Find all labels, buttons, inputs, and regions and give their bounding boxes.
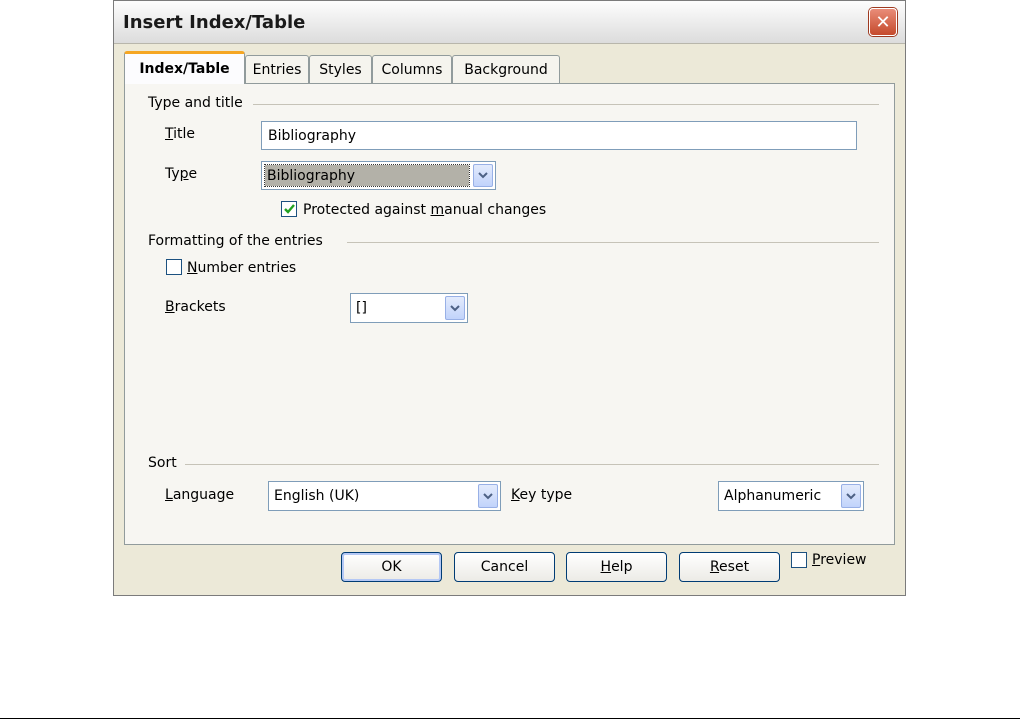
tab-label: Styles bbox=[319, 61, 362, 78]
preview-label: Preview bbox=[812, 552, 867, 568]
protected-label: Protected against manual changes bbox=[303, 202, 547, 218]
number-entries-checkbox[interactable] bbox=[166, 259, 182, 275]
tab-label: Columns bbox=[381, 61, 443, 78]
tab-label: Entries bbox=[252, 61, 302, 78]
group-divider bbox=[347, 242, 879, 243]
tab-entries[interactable]: Entries bbox=[245, 55, 309, 83]
checkmark-icon bbox=[283, 204, 295, 214]
protected-checkbox[interactable] bbox=[281, 201, 297, 217]
tab-index-table[interactable]: Index/Table bbox=[124, 51, 245, 84]
reset-button[interactable]: Reset bbox=[679, 552, 780, 582]
chevron-down-icon[interactable] bbox=[473, 164, 493, 187]
key-type-select-value: Alphanumeric bbox=[724, 488, 822, 504]
help-button[interactable]: Help bbox=[566, 552, 667, 582]
title-input-value: Bibliography bbox=[268, 127, 356, 144]
page-divider bbox=[0, 718, 1020, 719]
index-table-panel: Type and title Title Bibliography Type B… bbox=[124, 83, 895, 545]
close-button[interactable]: ✕ bbox=[869, 8, 897, 36]
chevron-down-icon[interactable] bbox=[445, 296, 465, 320]
brackets-select[interactable]: [] bbox=[350, 293, 468, 323]
language-label: Language bbox=[165, 487, 235, 503]
cancel-button[interactable]: Cancel bbox=[454, 552, 555, 582]
brackets-label: Brackets bbox=[165, 299, 226, 315]
cancel-button-label: Cancel bbox=[480, 559, 529, 575]
reset-button-label: Reset bbox=[709, 559, 750, 575]
sort-heading: Sort bbox=[148, 455, 177, 471]
dialog-title: Insert Index/Table bbox=[123, 12, 306, 33]
type-select-value: Bibliography bbox=[267, 167, 355, 184]
chevron-down-icon[interactable] bbox=[841, 484, 861, 508]
number-entries-label: Number entries bbox=[187, 260, 297, 276]
language-select-value: English (UK) bbox=[274, 488, 360, 504]
title-label-rest: itle bbox=[173, 126, 196, 142]
key-type-select[interactable]: Alphanumeric bbox=[718, 481, 864, 511]
type-select[interactable]: Bibliography bbox=[261, 161, 496, 190]
preview-checkbox[interactable] bbox=[791, 552, 807, 568]
chevron-down-icon[interactable] bbox=[478, 484, 498, 508]
title-input[interactable]: Bibliography bbox=[261, 121, 857, 150]
help-button-label: Help bbox=[600, 559, 633, 575]
group-divider bbox=[185, 464, 879, 465]
type-label: Type bbox=[165, 166, 198, 182]
language-select[interactable]: English (UK) bbox=[268, 481, 501, 511]
group-divider bbox=[253, 104, 879, 105]
key-type-label: Key type bbox=[511, 487, 573, 503]
tab-styles[interactable]: Styles bbox=[309, 55, 372, 83]
type-and-title-heading: Type and title bbox=[148, 95, 243, 111]
insert-index-table-dialog: Insert Index/Table ✕ Index/Table Entries… bbox=[113, 0, 906, 596]
title-bar[interactable]: Insert Index/Table ✕ bbox=[114, 1, 905, 44]
tab-background[interactable]: Background bbox=[452, 55, 560, 83]
formatting-heading: Formatting of the entries bbox=[148, 233, 323, 249]
brackets-select-value: [] bbox=[356, 300, 367, 316]
close-icon: ✕ bbox=[875, 11, 891, 33]
tab-label: Background bbox=[464, 61, 548, 78]
ok-button[interactable]: OK bbox=[341, 552, 442, 582]
tab-columns[interactable]: Columns bbox=[372, 55, 452, 83]
ok-button-label: OK bbox=[381, 559, 402, 575]
tab-label: Index/Table bbox=[139, 61, 230, 77]
title-label: Title bbox=[165, 126, 196, 142]
